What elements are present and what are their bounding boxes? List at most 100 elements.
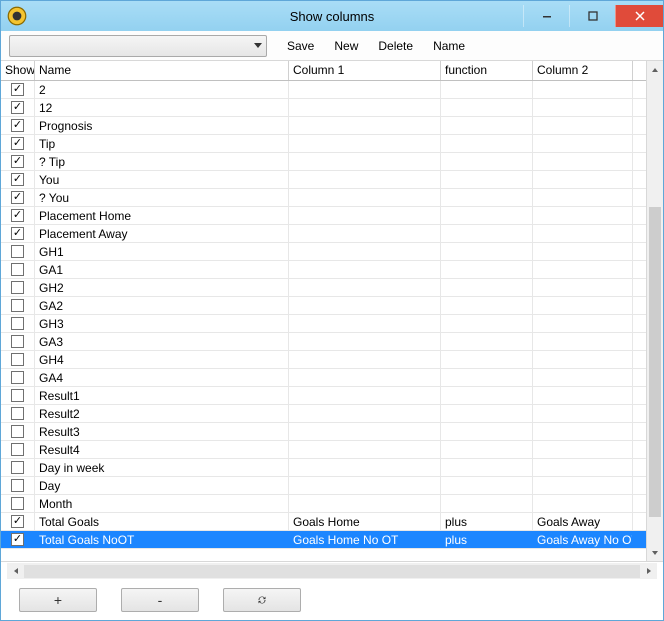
column1-cell[interactable]	[289, 117, 441, 134]
table-row[interactable]: You	[1, 171, 646, 189]
column2-cell[interactable]	[533, 279, 633, 296]
column2-cell[interactable]	[533, 189, 633, 206]
show-checkbox[interactable]	[11, 353, 24, 366]
table-row[interactable]: Placement Home	[1, 207, 646, 225]
name-cell[interactable]: Result1	[35, 387, 289, 404]
show-checkbox[interactable]	[11, 299, 24, 312]
column1-cell[interactable]	[289, 369, 441, 386]
column1-cell[interactable]	[289, 405, 441, 422]
show-checkbox[interactable]	[11, 389, 24, 402]
function-cell[interactable]	[441, 171, 533, 188]
column2-cell[interactable]	[533, 351, 633, 368]
column1-cell[interactable]	[289, 171, 441, 188]
function-cell[interactable]	[441, 279, 533, 296]
name-cell[interactable]: 12	[35, 99, 289, 116]
name-cell[interactable]: Placement Away	[35, 225, 289, 242]
name-cell[interactable]: ? Tip	[35, 153, 289, 170]
header-column1[interactable]: Column 1	[289, 61, 441, 80]
name-cell[interactable]: Prognosis	[35, 117, 289, 134]
maximize-button[interactable]	[569, 5, 615, 27]
name-cell[interactable]: GA2	[35, 297, 289, 314]
show-checkbox[interactable]	[11, 371, 24, 384]
show-checkbox[interactable]	[11, 119, 24, 132]
function-cell[interactable]	[441, 441, 533, 458]
horizontal-scrollbar[interactable]	[1, 562, 663, 580]
column2-cell[interactable]	[533, 387, 633, 404]
function-cell[interactable]	[441, 423, 533, 440]
column2-cell[interactable]	[533, 333, 633, 350]
table-row[interactable]: Result2	[1, 405, 646, 423]
column2-cell[interactable]	[533, 135, 633, 152]
name-cell[interactable]: GH3	[35, 315, 289, 332]
delete-button[interactable]: Delete	[378, 39, 413, 53]
table-row[interactable]: Day in week	[1, 459, 646, 477]
column1-cell[interactable]: Goals Home	[289, 513, 441, 530]
function-cell[interactable]	[441, 81, 533, 98]
show-checkbox[interactable]	[11, 209, 24, 222]
header-name[interactable]: Name	[35, 61, 289, 80]
header-column2[interactable]: Column 2	[533, 61, 633, 80]
name-cell[interactable]: Result2	[35, 405, 289, 422]
column1-cell[interactable]	[289, 207, 441, 224]
show-checkbox[interactable]	[11, 407, 24, 420]
column2-cell[interactable]	[533, 315, 633, 332]
column1-cell[interactable]	[289, 99, 441, 116]
table-row[interactable]: GH4	[1, 351, 646, 369]
column1-cell[interactable]	[289, 441, 441, 458]
column1-cell[interactable]	[289, 153, 441, 170]
name-cell[interactable]: GH1	[35, 243, 289, 260]
table-row[interactable]: Day	[1, 477, 646, 495]
column1-cell[interactable]	[289, 225, 441, 242]
column2-cell[interactable]	[533, 225, 633, 242]
remove-button[interactable]: -	[121, 588, 199, 612]
function-cell[interactable]: plus	[441, 513, 533, 530]
function-cell[interactable]	[441, 477, 533, 494]
scroll-up-icon[interactable]	[647, 61, 663, 78]
show-checkbox[interactable]	[11, 83, 24, 96]
name-cell[interactable]: Month	[35, 495, 289, 512]
name-cell[interactable]: Day in week	[35, 459, 289, 476]
name-cell[interactable]: ? You	[35, 189, 289, 206]
column1-cell[interactable]	[289, 459, 441, 476]
column1-cell[interactable]	[289, 279, 441, 296]
show-checkbox[interactable]	[11, 245, 24, 258]
table-row[interactable]: GH3	[1, 315, 646, 333]
show-checkbox[interactable]	[11, 533, 24, 546]
function-cell[interactable]	[441, 261, 533, 278]
name-cell[interactable]: Result3	[35, 423, 289, 440]
preset-select[interactable]	[9, 35, 267, 57]
show-checkbox[interactable]	[11, 155, 24, 168]
column2-cell[interactable]	[533, 171, 633, 188]
column1-cell[interactable]	[289, 189, 441, 206]
column1-cell[interactable]	[289, 243, 441, 260]
table-row[interactable]: Total Goals NoOTGoals Home No OTplusGoal…	[1, 531, 646, 549]
save-button[interactable]: Save	[287, 39, 314, 53]
name-cell[interactable]: GA1	[35, 261, 289, 278]
function-cell[interactable]	[441, 99, 533, 116]
show-checkbox[interactable]	[11, 101, 24, 114]
function-cell[interactable]	[441, 189, 533, 206]
show-checkbox[interactable]	[11, 335, 24, 348]
column2-cell[interactable]	[533, 441, 633, 458]
close-button[interactable]	[615, 5, 663, 27]
name-cell[interactable]: Day	[35, 477, 289, 494]
table-row[interactable]: GH1	[1, 243, 646, 261]
table-row[interactable]: GA1	[1, 261, 646, 279]
function-cell[interactable]	[441, 351, 533, 368]
column1-cell[interactable]	[289, 297, 441, 314]
function-cell[interactable]: plus	[441, 531, 533, 548]
column2-cell[interactable]	[533, 405, 633, 422]
new-button[interactable]: New	[334, 39, 358, 53]
table-row[interactable]: GA4	[1, 369, 646, 387]
column2-cell[interactable]	[533, 297, 633, 314]
show-checkbox[interactable]	[11, 263, 24, 276]
table-row[interactable]: Placement Away	[1, 225, 646, 243]
column2-cell[interactable]: Goals Away	[533, 513, 633, 530]
name-cell[interactable]: You	[35, 171, 289, 188]
show-checkbox[interactable]	[11, 281, 24, 294]
show-checkbox[interactable]	[11, 227, 24, 240]
name-cell[interactable]: Total Goals	[35, 513, 289, 530]
function-cell[interactable]	[441, 387, 533, 404]
table-row[interactable]: Month	[1, 495, 646, 513]
table-row[interactable]: Prognosis	[1, 117, 646, 135]
